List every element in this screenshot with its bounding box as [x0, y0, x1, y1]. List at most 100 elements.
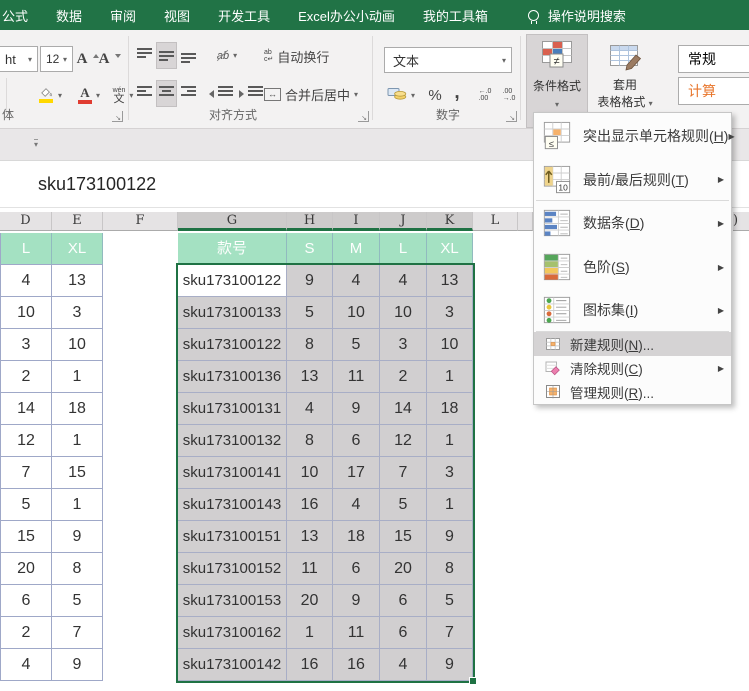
left-table-cell[interactable]: 7 [0, 457, 52, 489]
main-table-cell[interactable]: 9 [333, 585, 380, 617]
main-table-cell[interactable]: 1 [427, 425, 473, 457]
main-table-cell[interactable]: 11 [333, 361, 380, 393]
main-table-cell[interactable]: 8 [287, 425, 333, 457]
orientation-button[interactable]: ab▾ [210, 42, 244, 69]
main-table-cell[interactable]: 16 [287, 649, 333, 681]
cell-style-calculation[interactable]: 计算 [678, 77, 749, 105]
increase-indent-button[interactable] [238, 80, 266, 107]
left-table-cell[interactable]: 3 [0, 329, 52, 361]
alignment-dialog-launcher[interactable] [358, 111, 369, 122]
main-table-cell[interactable]: 1 [287, 617, 333, 649]
main-table-cell[interactable]: 4 [333, 265, 380, 297]
column-header-J[interactable]: J [380, 212, 427, 231]
number-dialog-launcher[interactable] [506, 111, 517, 122]
increase-font-button[interactable]: A [78, 46, 98, 72]
align-center-button[interactable] [156, 80, 177, 107]
column-header-F[interactable]: F [103, 212, 178, 231]
main-table-header-XL[interactable]: XL [427, 233, 473, 265]
main-table-cell[interactable]: 11 [287, 553, 333, 585]
main-table-cell[interactable]: 1 [427, 489, 473, 521]
decrease-decimal-button[interactable]: .00→.0 [498, 82, 520, 108]
percent-style-button[interactable]: % [424, 82, 446, 108]
main-table-cell[interactable]: 6 [380, 617, 427, 649]
left-table-header-XL[interactable]: XL [52, 233, 103, 265]
main-table-header-S[interactable]: S [287, 233, 333, 265]
main-table-cell[interactable]: 5 [380, 489, 427, 521]
main-table-header-L[interactable]: L [380, 233, 427, 265]
accounting-format-button[interactable]: ▾ [382, 82, 420, 108]
main-table-cell[interactable]: sku173100131 [178, 393, 287, 425]
cell-style-normal[interactable]: 常规 [678, 45, 749, 73]
column-header-E[interactable]: E [52, 212, 103, 231]
main-table-cell[interactable]: 4 [287, 393, 333, 425]
menu-item-new-rule[interactable]: 新建规则(N)... [534, 332, 731, 356]
main-table-cell[interactable]: sku173100141 [178, 457, 287, 489]
left-table-cell[interactable]: 8 [52, 553, 103, 585]
main-table-cell[interactable]: 20 [380, 553, 427, 585]
main-table-cell[interactable]: 18 [427, 393, 473, 425]
main-table-cell[interactable]: 10 [287, 457, 333, 489]
font-name-select[interactable]: ht▾ [0, 46, 38, 72]
left-table-cell[interactable]: 4 [0, 649, 52, 681]
menu-item-manage-rules[interactable]: 管理规则(R)... [534, 380, 731, 404]
left-table-cell[interactable]: 12 [0, 425, 52, 457]
column-header-H[interactable]: H [287, 212, 333, 231]
main-table-cell[interactable]: sku173100136 [178, 361, 287, 393]
left-table-cell[interactable]: 13 [52, 265, 103, 297]
left-table-cell[interactable]: 1 [52, 425, 103, 457]
main-table-cell[interactable]: sku173100143 [178, 489, 287, 521]
font-color-button[interactable]: A ▾ [72, 82, 106, 108]
ribbon-tab-我的工具箱[interactable]: 我的工具箱 [409, 6, 502, 25]
left-table-cell[interactable]: 10 [52, 329, 103, 361]
main-table-cell[interactable]: 16 [287, 489, 333, 521]
align-bottom-button[interactable] [178, 42, 199, 69]
main-table-cell[interactable]: 13 [427, 265, 473, 297]
main-table-cell[interactable]: 8 [287, 329, 333, 361]
main-table-header-M[interactable]: M [333, 233, 380, 265]
main-table-cell[interactable]: 3 [427, 297, 473, 329]
menu-item-data-bars[interactable]: 数据条(D)▶ [534, 201, 731, 245]
main-table-cell[interactable]: sku173100132 [178, 425, 287, 457]
left-table-cell[interactable]: 2 [0, 361, 52, 393]
ribbon-tab-Excel办公小动画[interactable]: Excel办公小动画 [284, 6, 409, 25]
ribbon-tab-审阅[interactable]: 审阅 [96, 6, 150, 25]
main-table-cell[interactable]: sku173100162 [178, 617, 287, 649]
decrease-font-button[interactable]: A [100, 46, 120, 72]
tell-me-search[interactable]: 操作说明搜索 [528, 6, 626, 25]
merge-center-button[interactable]: ↔ 合并后居中 ▾ [264, 82, 380, 106]
left-table-cell[interactable]: 7 [52, 617, 103, 649]
number-format-select[interactable]: 文本▾ [384, 47, 512, 73]
main-table-cell[interactable]: 4 [380, 265, 427, 297]
main-table-cell[interactable]: 1 [427, 361, 473, 393]
main-table-cell[interactable]: 12 [380, 425, 427, 457]
main-table-cell[interactable]: 13 [287, 361, 333, 393]
main-table-header-kuanhao[interactable]: 款号 [178, 233, 287, 265]
left-table-cell[interactable]: 20 [0, 553, 52, 585]
main-table-cell[interactable]: 5 [427, 585, 473, 617]
main-table-cell[interactable]: sku173100152 [178, 553, 287, 585]
increase-decimal-button[interactable]: ←.0.00 [474, 82, 496, 108]
left-table-cell[interactable]: 9 [52, 649, 103, 681]
main-table-cell[interactable]: 7 [380, 457, 427, 489]
main-table-cell[interactable]: 4 [333, 489, 380, 521]
main-table-cell[interactable]: 5 [287, 297, 333, 329]
comma-style-button[interactable]: , [450, 80, 464, 106]
main-table-cell[interactable]: 10 [333, 297, 380, 329]
menu-item-highlight-cells-rules[interactable]: ≤突出显示单元格规则(H)▶ [534, 113, 731, 159]
fill-color-button[interactable]: ▾ [32, 82, 68, 108]
left-table-cell[interactable]: 15 [0, 521, 52, 553]
main-table-cell[interactable]: sku173100153 [178, 585, 287, 617]
main-table-cell[interactable]: sku173100122 [178, 329, 287, 361]
main-table-cell[interactable]: 14 [380, 393, 427, 425]
ribbon-tab-公式[interactable]: 公式 [0, 6, 42, 25]
main-table-cell[interactable]: 9 [427, 649, 473, 681]
left-table-cell[interactable]: 4 [0, 265, 52, 297]
font-size-select[interactable]: 12▾ [40, 46, 73, 72]
left-table-cell[interactable]: 5 [52, 585, 103, 617]
main-table-cell[interactable]: 3 [427, 457, 473, 489]
left-table-cell[interactable]: 1 [52, 489, 103, 521]
align-top-button[interactable] [134, 42, 155, 69]
fill-handle[interactable] [469, 677, 477, 685]
main-table-cell[interactable]: 6 [333, 425, 380, 457]
column-header-I[interactable]: I [333, 212, 380, 231]
